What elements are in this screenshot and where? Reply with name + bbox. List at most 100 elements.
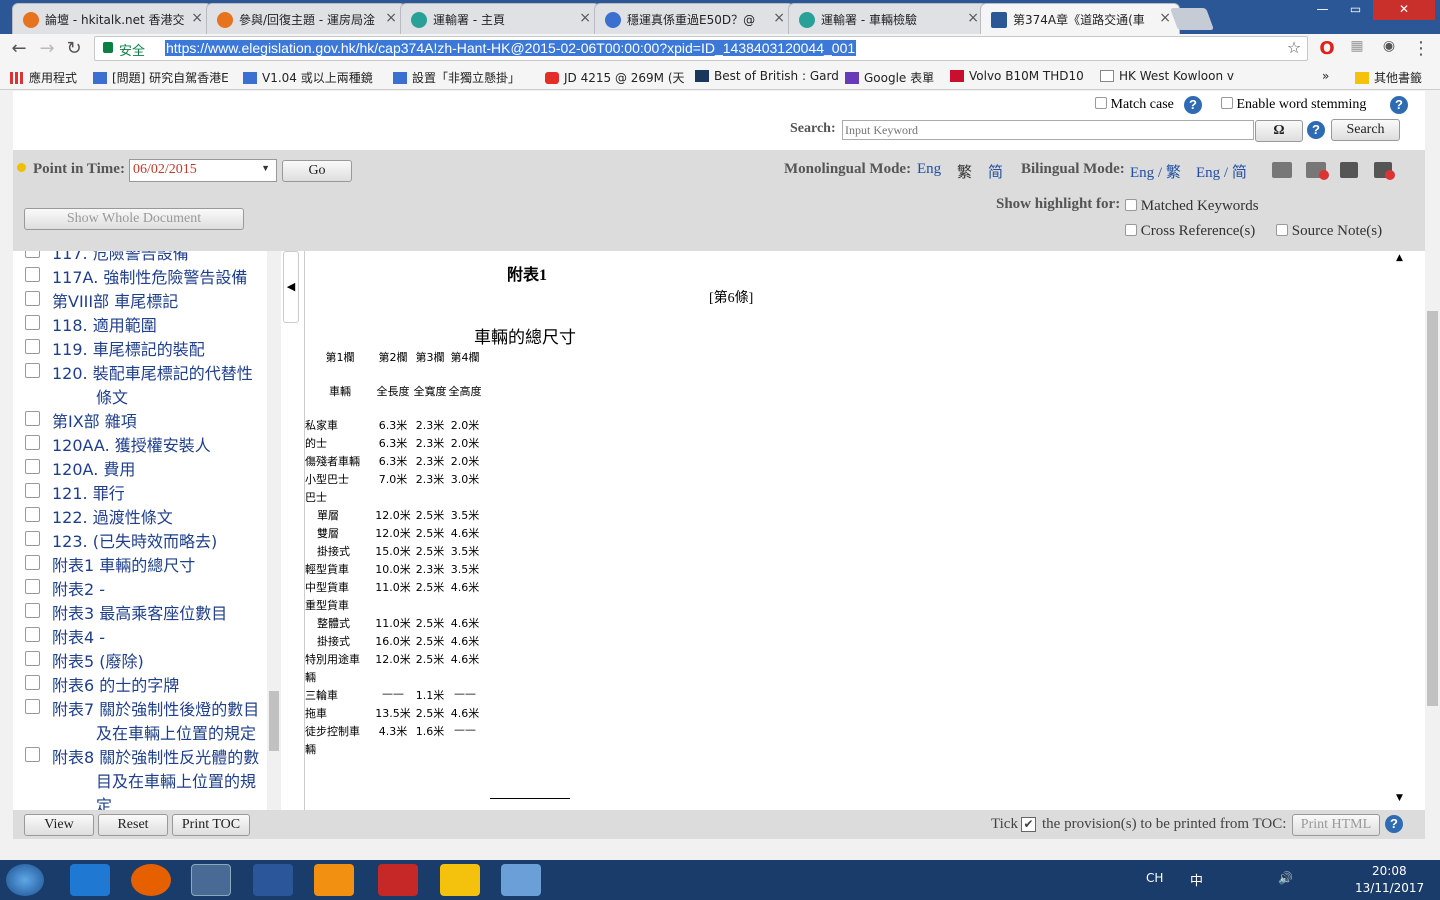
ime-indicator[interactable]: 中 [1190,870,1203,889]
mono-eng-link[interactable]: Eng [917,161,941,178]
url-text[interactable]: https://www.elegislation.gov.hk/hk/cap37… [165,40,857,56]
help-icon[interactable]: ? [1184,96,1202,114]
go-button[interactable]: Go [282,160,352,182]
mono-tc-link[interactable]: 繁 [957,161,972,182]
tab-favicon [217,12,233,28]
close-window-icon[interactable]: ✕ [1373,0,1435,20]
special-chars-button[interactable]: Ω [1255,120,1303,142]
bookmark-item[interactable]: Best of British : Gard [695,69,839,83]
clock-date[interactable]: 13/11/2017 [1355,881,1424,895]
eye-icon[interactable]: ◉ [1378,38,1400,54]
bookmark-item[interactable]: Google 表單 [845,69,934,86]
highlight-cross-option[interactable]: Cross Reference(s) [1125,223,1255,240]
other-bookmarks[interactable]: 其他書籤 [1355,69,1422,86]
extension-icon[interactable]: ▦ [1346,38,1368,54]
export-add-icon[interactable] [1340,162,1358,178]
word-stemming-checkbox[interactable] [1221,97,1233,109]
search-input[interactable] [842,120,1254,140]
source-notes-checkbox[interactable] [1276,224,1288,236]
bi-eng-sc-link[interactable]: Eng / 简 [1196,161,1247,182]
reset-button[interactable]: Reset [98,814,168,836]
reload-icon[interactable]: ↻ [63,38,85,59]
match-case-checkbox[interactable] [1095,97,1107,109]
bookmark-item[interactable]: JD 4215 @ 269M (天 [545,69,685,86]
opera-icon[interactable]: O [1316,38,1338,59]
search-button[interactable]: Search [1331,119,1400,141]
toc-scroll-thumb[interactable] [269,691,279,751]
tab-reply[interactable]: 參與/回復主題 - 運房局淦 × [206,3,406,34]
tab-close-icon[interactable]: × [579,10,591,26]
tab-close-icon[interactable]: × [1159,10,1171,26]
tab-close-icon[interactable]: × [191,10,203,26]
column-subheader: 車輛 [329,385,351,398]
bookmark-item[interactable]: Volvo B10M THD10 [950,69,1084,83]
media-player-icon[interactable] [314,864,354,896]
scroll-down-icon[interactable]: ▼ [1396,793,1403,803]
help-icon[interactable]: ? [1307,121,1325,139]
print-remove-icon[interactable] [1306,162,1329,180]
toc-scrollbar[interactable] [267,251,281,810]
page-scrollbar[interactable] [1425,91,1440,860]
bi-eng-tc-link[interactable]: Eng / 繁 [1130,161,1181,182]
tv-app-icon[interactable] [378,864,418,896]
language-indicator[interactable]: CH [1146,871,1163,885]
print-icon[interactable] [1272,162,1292,178]
print-toc-button[interactable]: Print TOC [172,814,250,836]
paint-icon[interactable] [501,864,541,896]
bookmark-item[interactable]: HK West Kowloon v [1100,69,1234,83]
print-html-button[interactable]: Print HTML [1292,814,1380,836]
word-stemming-option[interactable]: Enable word stemming [1221,97,1366,113]
chrome-icon[interactable] [191,864,231,896]
bookmark-item[interactable]: V1.04 或以上兩種鏡 [243,69,373,86]
export-remove-icon[interactable] [1374,162,1395,180]
volume-icon[interactable]: 🔊 [1278,871,1293,885]
word-icon[interactable] [253,864,293,896]
forward-icon[interactable]: → [36,38,58,59]
matched-keywords-checkbox[interactable] [1125,199,1137,211]
tab-td-home[interactable]: 運輸署 - 主頁 × [400,3,600,34]
view-button[interactable]: View [24,814,94,836]
star-icon[interactable]: ☆ [1283,38,1305,57]
cross-reference-checkbox[interactable] [1125,224,1137,236]
bookmark-item[interactable]: 設置「非獨立懸掛」 [393,69,520,86]
bookmark-item[interactable]: [問題] 研究自駕香港E [93,69,229,86]
tab-close-icon[interactable]: × [773,10,785,26]
help-icon[interactable]: ? [1385,815,1403,833]
firefox-icon[interactable] [131,864,171,896]
tab-hkbf[interactable]: 穩運真係重過E50D？@ × [594,3,794,34]
content-scrollbar[interactable]: ▲ ▼ [1393,251,1408,810]
highlight-source-option[interactable]: Source Note(s) [1276,223,1382,240]
tab-hkitalk[interactable]: 論壇 - hkitalk.net 香港交 × [12,3,212,34]
tab-favicon [799,12,815,28]
file-explorer-icon[interactable] [440,864,480,896]
address-bar[interactable]: 安全 https://www.elegislation.gov.hk/hk/ca… [94,36,1308,61]
page-scroll-thumb[interactable] [1427,311,1438,706]
highlight-matched-option[interactable]: Matched Keywords [1125,198,1259,215]
clock-time[interactable]: 20:08 [1372,864,1407,878]
highlight-label: Show highlight for: [996,196,1121,212]
menu-icon[interactable]: ⋮ [1410,38,1432,59]
collapse-toc-icon[interactable]: ◀ [283,251,299,323]
bookmarks-overflow[interactable]: » [1322,69,1329,83]
section-reference[interactable]: [第6條] [709,287,753,307]
tick-checkbox[interactable]: ✔ [1021,817,1036,832]
new-tab-button[interactable] [1169,8,1215,30]
maximize-icon[interactable]: ▭ [1340,0,1371,20]
show-whole-document-button[interactable]: Show Whole Document [24,208,244,230]
match-case-option[interactable]: Match case [1095,97,1174,113]
help-icon[interactable]: ? [1390,96,1408,114]
table-cell-value: 3.5米 [450,563,480,576]
table-cell-value: 4.6米 [450,635,480,648]
tab-td-inspection[interactable]: 運輸署 - 車輛檢驗 × [788,3,988,34]
scroll-up-icon[interactable]: ▲ [1396,253,1403,263]
ie-icon[interactable] [70,864,110,896]
back-icon[interactable]: ← [8,38,30,59]
minimize-icon[interactable]: — [1307,0,1338,20]
bookmark-apps[interactable]: 應用程式 [10,69,77,86]
tab-cap374a[interactable]: 第374A章《道路交通(車 × [980,3,1180,34]
mono-sc-link[interactable]: 简 [988,161,1003,182]
point-in-time-select[interactable]: 06/02/2015 ▼ [129,159,277,182]
tab-close-icon[interactable]: × [385,10,397,26]
start-button-icon[interactable] [6,864,44,896]
tab-close-icon[interactable]: × [967,10,979,26]
